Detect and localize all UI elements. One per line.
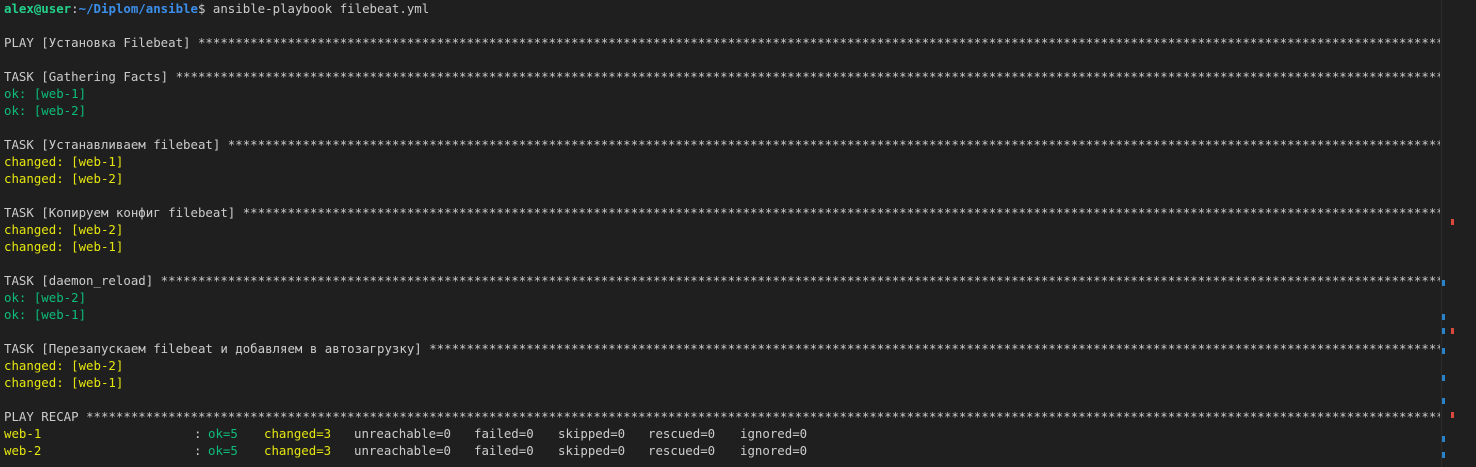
task-result: changed: [web-2] (4, 171, 124, 186)
recap-row: web-1: ok=5 changed=3 unreachable=0 failed=0… (4, 425, 1440, 442)
recap-skipped: skipped=0 (558, 443, 626, 458)
recap-failed: failed=0 (474, 443, 534, 458)
recap-ok: ok=5 (208, 426, 238, 441)
task-result: changed: [web-1] (4, 154, 124, 169)
prompt-line: alex@user:~/Diplom/ansible$ ansible-play… (4, 0, 1440, 17)
terminal-scrollbar[interactable] (1442, 0, 1476, 467)
prompt-command: ansible-playbook filebeat.yml (212, 1, 430, 16)
star-rule: ****************************************… (227, 137, 1440, 152)
scrollbar-change-marker (1442, 375, 1445, 381)
recap-host: web-1 (4, 426, 42, 441)
recap-unreachable: unreachable=0 (354, 426, 451, 441)
scrollbar-change-marker (1442, 436, 1445, 442)
recap-rescued: rescued=0 (648, 443, 716, 458)
prompt-user: alex@user (4, 1, 72, 16)
scrollbar-change-marker (1442, 348, 1445, 354)
star-rule: ****************************************… (242, 205, 1440, 220)
recap-colon: : (194, 443, 202, 458)
play-header-text: PLAY [Установка Filebeat] (4, 35, 198, 50)
scrollbar-change-marker (1442, 314, 1445, 320)
scrollbar-change-marker (1451, 412, 1454, 418)
task-list: TASK [Gathering Facts] *****************… (4, 51, 1440, 391)
play-header: PLAY [Установка Filebeat] **************… (4, 34, 1440, 51)
task-result: ok: [web-2] (4, 290, 87, 305)
prompt-separator: : (71, 1, 79, 16)
recap-changed: changed=3 (264, 443, 332, 458)
star-rule: ****************************************… (197, 35, 1440, 50)
recap-colon: : (194, 426, 202, 441)
star-rule: ****************************************… (429, 341, 1440, 356)
recap-row: web-2: ok=5 changed=3 unreachable=0 failed=0… (4, 442, 1440, 459)
scrollbar-change-marker (1442, 328, 1445, 334)
task-result: changed: [web-2] (4, 222, 124, 237)
recap-header: PLAY RECAP *****************************… (4, 408, 1440, 425)
task-result: ok: [web-1] (4, 86, 87, 101)
scrollbar-change-marker (1451, 219, 1454, 225)
scrollbar-change-marker (1442, 280, 1445, 286)
task-result: ok: [web-2] (4, 103, 87, 118)
scrollbar-change-marker (1442, 452, 1445, 458)
scrollbar-change-marker (1442, 398, 1445, 404)
task-header: TASK [Gathering Facts] *****************… (4, 68, 1440, 85)
recap-changed: changed=3 (264, 426, 332, 441)
task-result: ok: [web-1] (4, 307, 87, 322)
recap-host: web-2 (4, 443, 42, 458)
task-result: changed: [web-2] (4, 358, 124, 373)
recap-ok: ok=5 (208, 443, 238, 458)
task-header-text: TASK [daemon_reload] (4, 273, 161, 288)
task-header: TASK [Копируем конфиг filebeat] ********… (4, 204, 1440, 221)
recap-table: web-1: ok=5 changed=3 unreachable=0 failed=0… (4, 425, 1440, 459)
recap-unreachable: unreachable=0 (354, 443, 451, 458)
task-header: TASK [Перезапускаем filebeat и добавляем… (4, 340, 1440, 357)
recap-header-text: PLAY RECAP (4, 409, 87, 424)
task-header: TASK [Устанавливаем filebeat] **********… (4, 136, 1440, 153)
task-result: changed: [web-1] (4, 375, 124, 390)
scrollbar-change-marker (1451, 328, 1454, 334)
task-header-text: TASK [Gathering Facts] (4, 69, 176, 84)
recap-rescued: rescued=0 (648, 426, 716, 441)
task-header: TASK [daemon_reload] *******************… (4, 272, 1440, 289)
task-result: changed: [web-1] (4, 239, 124, 254)
task-header-text: TASK [Перезапускаем filebeat и добавляем… (4, 341, 430, 356)
recap-ignored: ignored=0 (740, 426, 808, 441)
terminal-output[interactable]: alex@user:~/Diplom/ansible$ ansible-play… (0, 0, 1440, 467)
prompt-path: ~/Diplom/ansible (78, 1, 198, 16)
star-rule: ****************************************… (160, 273, 1440, 288)
task-header-text: TASK [Устанавливаем filebeat] (4, 137, 228, 152)
task-header-text: TASK [Копируем конфиг filebeat] (4, 205, 243, 220)
recap-skipped: skipped=0 (558, 426, 626, 441)
prompt-symbol: $ (197, 1, 213, 16)
recap-failed: failed=0 (474, 426, 534, 441)
recap-ignored: ignored=0 (740, 443, 808, 458)
star-rule: ****************************************… (86, 409, 1440, 424)
star-rule: ****************************************… (175, 69, 1440, 84)
